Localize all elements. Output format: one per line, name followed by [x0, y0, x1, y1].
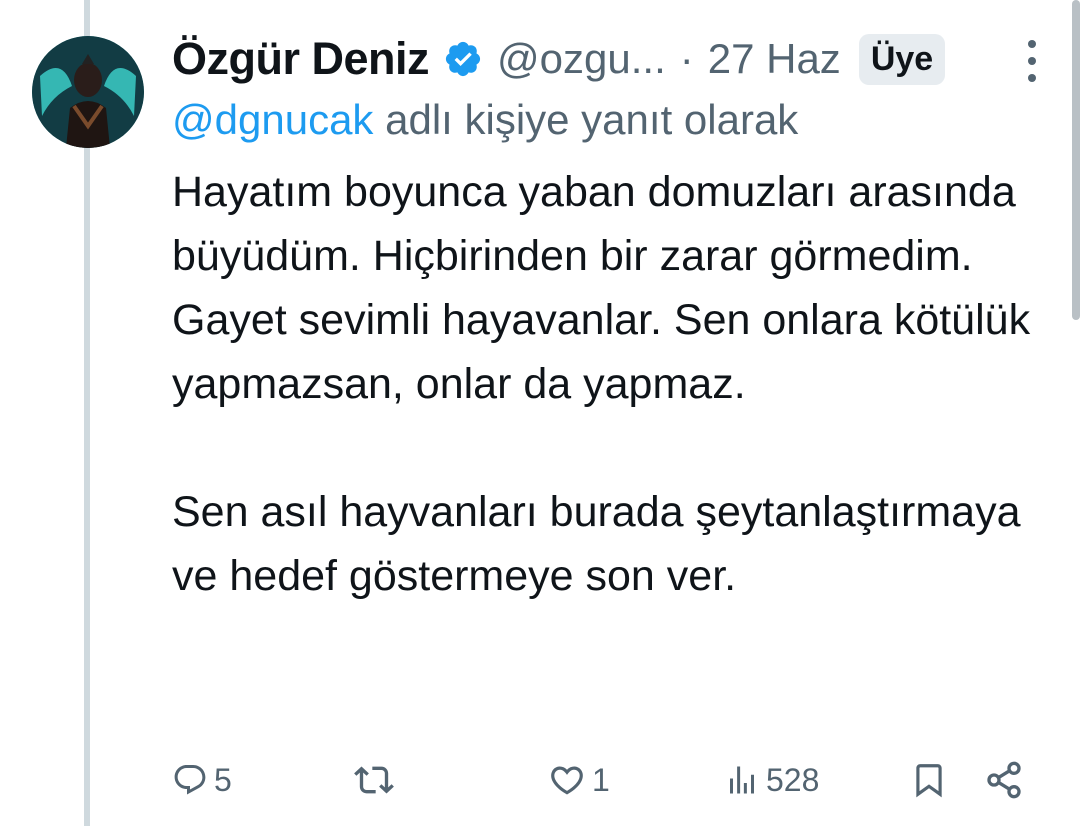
reply-button[interactable]: 5	[172, 755, 232, 805]
views-icon	[730, 766, 754, 794]
reply-context: @dgnucak adlı kişiye yanıt olarak	[172, 96, 798, 144]
retweet-button[interactable]	[354, 755, 400, 805]
tweet-paragraph: Sen asıl hayvanları burada şeytanlaştırm…	[172, 488, 1021, 600]
action-bar: 5 1 528	[172, 755, 1032, 805]
share-icon	[987, 761, 1021, 799]
reply-count: 5	[214, 761, 232, 798]
retweet-icon	[354, 766, 394, 794]
more-vertical-icon[interactable]	[1026, 40, 1038, 82]
reply-context-text: adlı kişiye yanıt olarak	[373, 96, 799, 143]
like-button[interactable]: 1	[548, 755, 610, 805]
reply-mention-link[interactable]: @dgnucak	[172, 96, 373, 143]
member-badge[interactable]: Üye	[858, 33, 946, 85]
tweet-date[interactable]: 27 Haz	[708, 35, 841, 83]
heart-icon	[551, 766, 583, 795]
tweet-header: Özgür Deniz @ozgu... · 27 Haz Üye	[172, 30, 1060, 88]
avatar[interactable]	[32, 36, 144, 148]
author-name[interactable]: Özgür Deniz	[172, 33, 430, 85]
author-handle[interactable]: @ozgu...	[497, 35, 666, 83]
views-count: 528	[766, 761, 820, 798]
views-button[interactable]: 528	[724, 755, 819, 805]
verified-badge-icon	[443, 39, 483, 79]
like-count: 1	[592, 761, 610, 798]
separator: ·	[679, 35, 694, 82]
share-button[interactable]	[984, 755, 1024, 805]
tweet-body: Hayatım boyunca yaban domuzları arasında…	[172, 160, 1052, 608]
reply-icon	[174, 765, 206, 795]
bookmark-button[interactable]	[910, 755, 948, 805]
tweet-paragraph: Hayatım boyunca yaban domuzları arasında…	[172, 168, 1031, 408]
bookmark-icon	[916, 764, 942, 798]
scrollbar[interactable]	[1072, 0, 1080, 320]
